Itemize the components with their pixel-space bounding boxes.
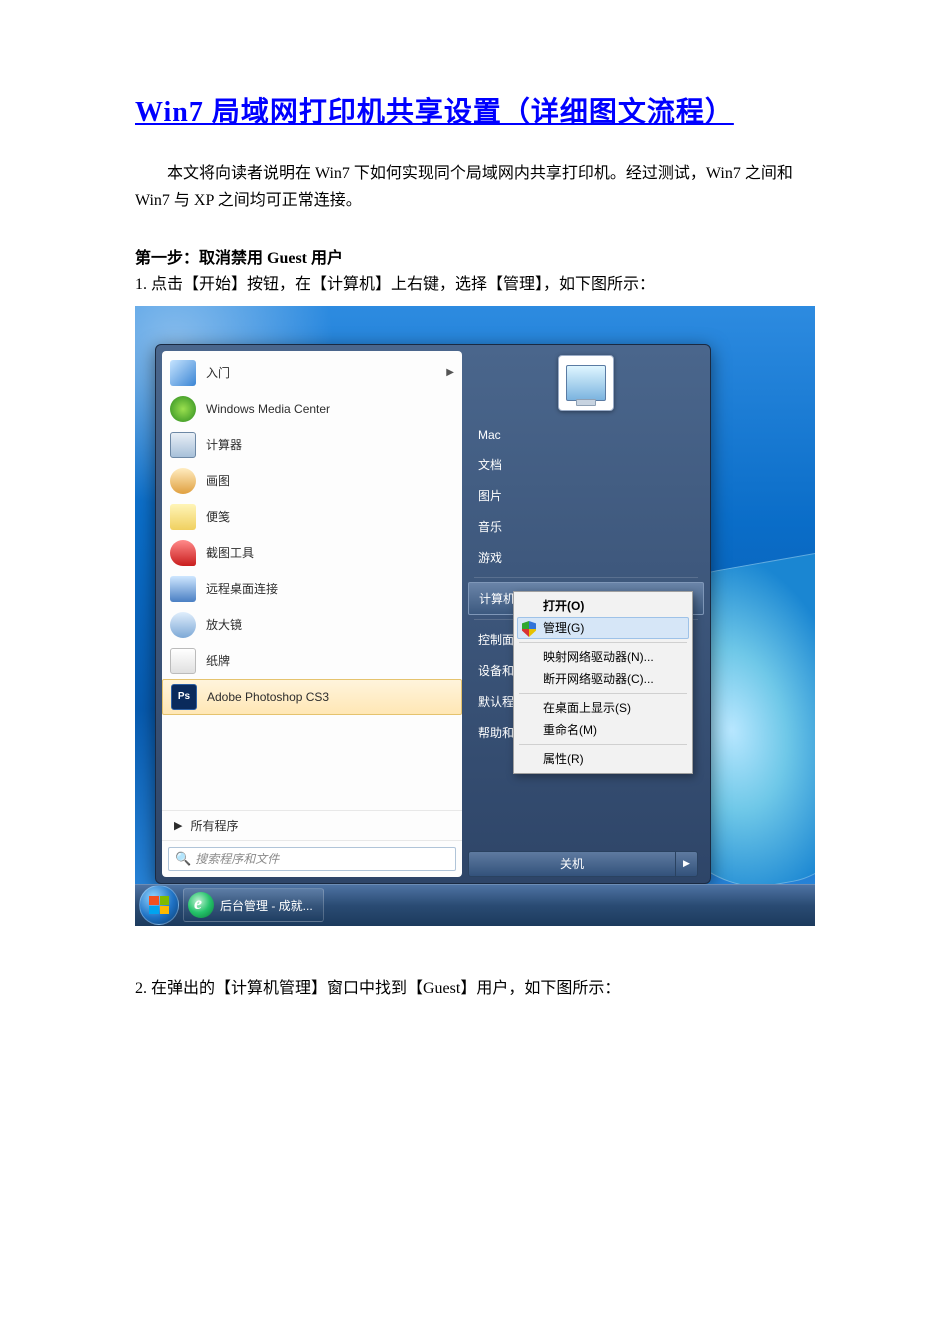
- search-input[interactable]: 🔍 搜索程序和文件: [168, 847, 456, 871]
- program-label: 放大镜: [206, 616, 242, 633]
- start-button[interactable]: [139, 885, 179, 925]
- all-programs-arrow-icon: ▶: [174, 819, 182, 832]
- calculator-icon: [170, 432, 196, 458]
- shutdown-button[interactable]: 关机: [468, 851, 676, 877]
- program-label: Windows Media Center: [206, 402, 330, 416]
- step1-description: 1. 点击【开始】按钮，在【计算机】上右键，选择【管理】，如下图所示：: [135, 272, 815, 298]
- place-item-games[interactable]: 游戏: [468, 542, 704, 573]
- place-item-pictures[interactable]: 图片: [468, 480, 704, 511]
- sticky-notes-icon: [170, 504, 196, 530]
- search-row: 🔍 搜索程序和文件: [162, 840, 462, 877]
- all-programs-label: 所有程序: [190, 817, 238, 834]
- snipping-tool-icon: [170, 540, 196, 566]
- computer-monitor-icon: [566, 365, 606, 401]
- step1-heading: 第一步：取消禁用 Guest 用户: [135, 244, 815, 268]
- program-list: 入门 ▶ Windows Media Center 计算器 画图 便: [162, 351, 462, 810]
- step2-description: 2. 在弹出的【计算机管理】窗口中找到【Guest】用户，如下图所示：: [135, 976, 815, 1002]
- all-programs[interactable]: ▶ 所有程序: [162, 810, 462, 840]
- shutdown-options-arrow[interactable]: ▶: [676, 851, 698, 877]
- place-item-user[interactable]: Mac: [468, 421, 704, 449]
- user-picture-frame[interactable]: [558, 355, 614, 411]
- magnifier-icon: [170, 612, 196, 638]
- program-label: 便笺: [206, 508, 230, 525]
- program-item-solitaire[interactable]: 纸牌: [162, 643, 462, 679]
- taskbar-button-browser[interactable]: 后台管理 - 成就...: [183, 888, 324, 922]
- program-item-wmc[interactable]: Windows Media Center: [162, 391, 462, 427]
- context-menu: 打开(O) 管理(G) 映射网络驱动器(N)... 断开网络驱动器(C)... …: [513, 591, 693, 774]
- wmc-icon: [170, 396, 196, 422]
- taskbar-button-label: 后台管理 - 成就...: [220, 897, 313, 914]
- ctx-label: 管理(G): [543, 619, 584, 636]
- submenu-arrow-icon: ▶: [446, 367, 454, 378]
- ctx-manage[interactable]: 管理(G): [517, 617, 689, 639]
- browser-icon: [188, 892, 214, 918]
- place-item-music[interactable]: 音乐: [468, 511, 704, 542]
- document-title: Win7 局域网打印机共享设置（详细图文流程）: [135, 90, 815, 130]
- solitaire-icon: [170, 648, 196, 674]
- separator: [474, 577, 698, 578]
- photoshop-icon: Ps: [171, 684, 197, 710]
- program-label: 截图工具: [206, 544, 254, 561]
- screenshot-win7-startmenu: 入门 ▶ Windows Media Center 计算器 画图 便: [135, 306, 815, 926]
- paint-icon: [170, 468, 196, 494]
- windows-logo-icon: [149, 896, 169, 914]
- program-item-snipping-tool[interactable]: 截图工具: [162, 535, 462, 571]
- program-item-paint[interactable]: 画图: [162, 463, 462, 499]
- program-item-rdc[interactable]: 远程桌面连接: [162, 571, 462, 607]
- separator: [519, 693, 687, 694]
- program-label: 计算器: [206, 436, 242, 453]
- program-label: 画图: [206, 472, 230, 489]
- program-item-calculator[interactable]: 计算器: [162, 427, 462, 463]
- ctx-map-drive[interactable]: 映射网络驱动器(N)...: [517, 646, 689, 668]
- place-item-documents[interactable]: 文档: [468, 449, 704, 480]
- taskbar: 后台管理 - 成就...: [135, 884, 815, 926]
- program-label: 纸牌: [206, 652, 230, 669]
- ctx-properties[interactable]: 属性(R): [517, 748, 689, 770]
- program-label: 入门: [206, 364, 230, 381]
- ctx-show-on-desktop[interactable]: 在桌面上显示(S): [517, 697, 689, 719]
- intro-paragraph: 本文将向读者说明在 Win7 下如何实现同个局域网内共享打印机。经过测试，Win…: [135, 160, 815, 214]
- search-icon: 🔍: [175, 851, 191, 867]
- ctx-open[interactable]: 打开(O): [517, 595, 689, 617]
- program-item-magnifier[interactable]: 放大镜: [162, 607, 462, 643]
- program-label: Adobe Photoshop CS3: [207, 690, 329, 704]
- uac-shield-icon: [522, 621, 536, 637]
- search-placeholder: 搜索程序和文件: [195, 850, 279, 867]
- remote-desktop-icon: [170, 576, 196, 602]
- start-menu-program-pane: 入门 ▶ Windows Media Center 计算器 画图 便: [162, 351, 462, 877]
- program-item-getting-started[interactable]: 入门 ▶: [162, 355, 462, 391]
- separator: [519, 744, 687, 745]
- program-item-sticky-notes[interactable]: 便笺: [162, 499, 462, 535]
- shutdown-row: 关机 ▶: [468, 851, 704, 877]
- ctx-disconnect-drive[interactable]: 断开网络驱动器(C)...: [517, 668, 689, 690]
- ctx-rename[interactable]: 重命名(M): [517, 719, 689, 741]
- getting-started-icon: [170, 360, 196, 386]
- program-item-photoshop[interactable]: Ps Adobe Photoshop CS3: [162, 679, 462, 715]
- program-label: 远程桌面连接: [206, 580, 278, 597]
- separator: [519, 642, 687, 643]
